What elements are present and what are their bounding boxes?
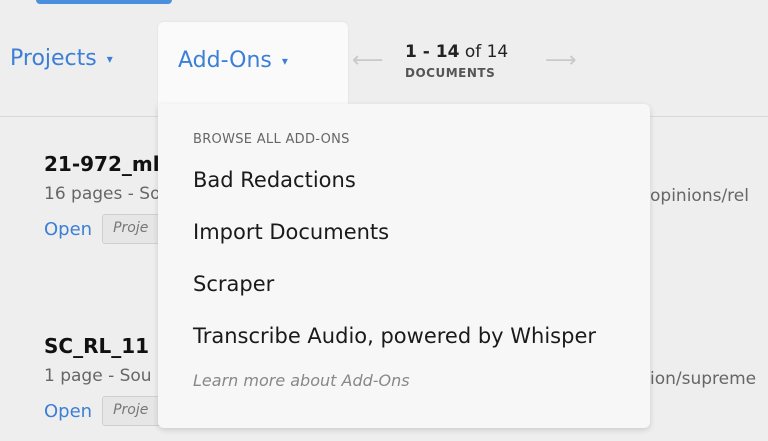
pagination-count: 1 - 14 of 14 <box>405 42 509 62</box>
pagination-info: 1 - 14 of 14 DOCUMENTS <box>405 42 508 80</box>
toolbar: Projects ▾ Add-Ons ▾ ⟵ 1 - 14 of 14 DOCU… <box>0 0 768 117</box>
menu-item-import-documents[interactable]: Import Documents <box>193 211 615 263</box>
document-source-url: opinions/rel <box>650 186 749 206</box>
menu-item-transcribe-audio[interactable]: Transcribe Audio, powered by Whisper <box>193 315 615 367</box>
pagination-label: DOCUMENTS <box>405 66 496 80</box>
chevron-down-icon: ▾ <box>281 53 288 68</box>
range-end: 14 <box>435 42 460 62</box>
projects-menu-button[interactable]: Projects ▾ <box>10 46 113 71</box>
addons-label: Add-Ons <box>178 48 272 73</box>
range-start: 1 <box>405 42 417 62</box>
open-link[interactable]: Open <box>44 219 92 240</box>
menu-item-bad-redactions[interactable]: Bad Redactions <box>193 159 615 211</box>
next-page-arrow-icon[interactable]: ⟶ <box>545 50 577 72</box>
chevron-down-icon: ▾ <box>106 51 113 66</box>
open-link[interactable]: Open <box>44 401 92 422</box>
addons-menu-button[interactable]: Add-Ons ▾ <box>178 48 288 73</box>
document-source-url: ion/supreme <box>650 369 757 389</box>
addons-dropdown-menu: BROWSE ALL ADD-ONS Bad Redactions Import… <box>158 104 650 428</box>
menu-item-scraper[interactable]: Scraper <box>193 263 615 315</box>
addons-tab[interactable]: Add-Ons ▾ <box>158 22 348 104</box>
learn-more-link[interactable]: Learn more about Add-Ons <box>193 371 615 390</box>
projects-label: Projects <box>10 46 97 71</box>
range-total: of 14 <box>464 42 509 62</box>
dropdown-heading[interactable]: BROWSE ALL ADD-ONS <box>193 132 615 147</box>
previous-page-arrow-icon[interactable]: ⟵ <box>352 50 384 72</box>
